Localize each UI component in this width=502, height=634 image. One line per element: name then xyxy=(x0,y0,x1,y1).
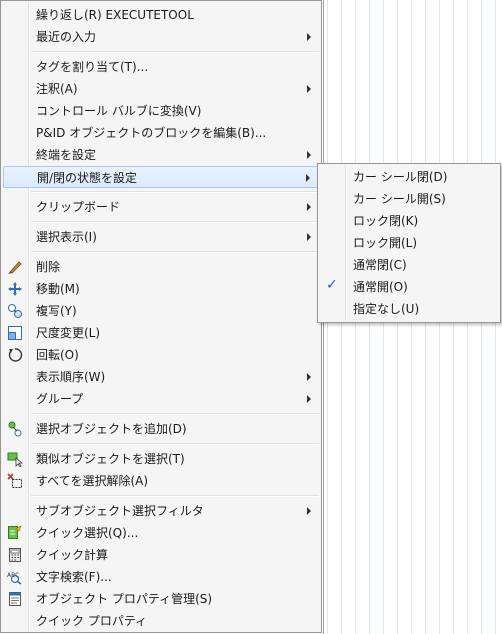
submenu-item-label: 指定なし(U) xyxy=(353,302,420,316)
checkmark-icon: ✓ xyxy=(326,277,338,293)
submenu-item-locked-open[interactable]: ロック開(L) xyxy=(320,232,498,254)
submenu-arrow-icon xyxy=(307,151,311,159)
menu-item-label: コントロール バルブに変換(V) xyxy=(36,104,202,118)
menu-item-label: オブジェクト プロパティ管理(S) xyxy=(36,592,213,606)
menu-separator xyxy=(31,191,319,193)
context-menu: 繰り返し(R) EXECUTETOOL 最近の入力 タグを割り当て(T)... … xyxy=(0,0,322,633)
menu-item-label: 複写(Y) xyxy=(36,304,77,318)
quick-select-icon xyxy=(7,525,23,541)
menu-item-label: 回転(O) xyxy=(36,348,79,362)
menu-item-quick-calc[interactable]: クイック計算 xyxy=(3,544,319,566)
submenu-item-car-seal-open[interactable]: カー シール開(S) xyxy=(320,188,498,210)
open-close-state-submenu: カー シール閉(D) カー シール開(S) ロック閉(K) ロック開(L) 通常… xyxy=(317,163,501,323)
menu-item-deselect-all[interactable]: すべてを選択解除(A) xyxy=(3,470,319,492)
menu-item-set-open-close-state[interactable]: 開/閉の状態を設定 xyxy=(3,166,319,188)
select-similar-icon xyxy=(7,451,24,468)
menu-item-label: クイック プロパティ xyxy=(36,614,148,628)
menu-item-add-selected[interactable]: 選択オブジェクトを追加(D) xyxy=(3,418,319,440)
menu-item-label: 注釈(A) xyxy=(36,82,78,96)
menu-item-label: 文字検索(F)... xyxy=(36,570,112,584)
menu-item-rotate[interactable]: 回転(O) xyxy=(3,344,319,366)
menu-item-label: 繰り返し(R) EXECUTETOOL xyxy=(36,8,194,22)
rotate-icon xyxy=(7,347,23,363)
submenu-arrow-icon xyxy=(307,507,311,515)
menu-item-label: サブオブジェクト選択フィルタ xyxy=(36,504,204,518)
menu-item-label: P&ID オブジェクトのブロックを編集(B)... xyxy=(36,126,267,140)
submenu-item-label: ロック閉(K) xyxy=(353,214,419,228)
add-selected-icon xyxy=(7,421,23,437)
menu-item-label: すべてを選択解除(A) xyxy=(36,474,149,488)
menu-item-edit-pid-block[interactable]: P&ID オブジェクトのブロックを編集(B)... xyxy=(3,122,319,144)
properties-icon xyxy=(7,591,23,607)
menu-item-label: クリップボード xyxy=(36,200,121,214)
submenu-arrow-icon xyxy=(307,395,311,403)
submenu-arrow-icon xyxy=(307,233,311,241)
menu-item-subobject-filter[interactable]: サブオブジェクト選択フィルタ xyxy=(3,500,319,522)
menu-item-label: クイック計算 xyxy=(36,548,109,562)
submenu-arrow-icon xyxy=(307,33,311,41)
menu-item-erase[interactable]: 削除 xyxy=(3,256,319,278)
menu-separator xyxy=(31,251,319,253)
menu-item-draw-order[interactable]: 表示順序(W) xyxy=(3,366,319,388)
menu-separator xyxy=(31,51,319,53)
deselect-icon xyxy=(7,473,23,489)
submenu-item-normally-open[interactable]: ✓ 通常開(O) xyxy=(320,276,498,298)
menu-item-convert-control-valve[interactable]: コントロール バルブに変換(V) xyxy=(3,100,319,122)
submenu-arrow-icon xyxy=(307,85,311,93)
menu-item-assign-tag[interactable]: タグを割り当て(T)... xyxy=(3,56,319,78)
menu-item-repeat[interactable]: 繰り返し(R) EXECUTETOOL xyxy=(3,4,319,26)
copy-circles-icon xyxy=(7,303,23,319)
submenu-arrow-icon xyxy=(306,174,310,182)
submenu-item-normally-closed[interactable]: 通常閉(C) xyxy=(320,254,498,276)
submenu-arrow-icon xyxy=(307,373,311,381)
menu-separator xyxy=(31,443,319,445)
menu-item-label: 尺度変更(L) xyxy=(36,326,101,340)
move-arrows-icon xyxy=(7,281,23,297)
menu-item-find-text[interactable]: ABC 文字検索(F)... xyxy=(3,566,319,588)
calculator-icon xyxy=(7,547,23,563)
menu-item-select-similar[interactable]: 類似オブジェクトを選択(T) xyxy=(3,448,319,470)
menu-item-clipboard[interactable]: クリップボード xyxy=(3,196,319,218)
menu-item-label: 最近の入力 xyxy=(36,30,97,44)
menu-item-label: 選択オブジェクトを追加(D) xyxy=(36,422,187,436)
find-text-icon: ABC xyxy=(7,569,23,585)
submenu-item-label: 通常開(O) xyxy=(353,280,408,294)
menu-item-label: 開/閉の状態を設定 xyxy=(37,171,138,185)
menu-item-label: 類似オブジェクトを選択(T) xyxy=(36,452,185,466)
eraser-icon xyxy=(7,259,23,275)
menu-item-group[interactable]: グループ xyxy=(3,388,319,410)
scale-icon xyxy=(7,325,23,341)
menu-separator xyxy=(31,221,319,223)
menu-item-label: クイック選択(Q)... xyxy=(36,526,139,540)
menu-item-label: 終端を設定 xyxy=(36,148,97,162)
submenu-item-label: カー シール開(S) xyxy=(353,192,446,206)
menu-separator xyxy=(31,495,319,497)
submenu-item-label: カー シール閉(D) xyxy=(353,170,448,184)
menu-item-recent-input[interactable]: 最近の入力 xyxy=(3,26,319,48)
menu-item-scale[interactable]: 尺度変更(L) xyxy=(3,322,319,344)
menu-item-move[interactable]: 移動(M) xyxy=(3,278,319,300)
menu-item-isolate[interactable]: 選択表示(I) xyxy=(3,226,319,248)
submenu-arrow-icon xyxy=(307,203,311,211)
menu-item-label: 選択表示(I) xyxy=(36,230,97,244)
menu-item-copy[interactable]: 複写(Y) xyxy=(3,300,319,322)
menu-item-quick-select[interactable]: クイック選択(Q)... xyxy=(3,522,319,544)
menu-separator xyxy=(31,413,319,415)
submenu-item-car-seal-closed[interactable]: カー シール閉(D) xyxy=(320,166,498,188)
menu-item-label: 表示順序(W) xyxy=(36,370,106,384)
submenu-item-locked-closed[interactable]: ロック閉(K) xyxy=(320,210,498,232)
submenu-item-unspecified[interactable]: 指定なし(U) xyxy=(320,298,498,320)
menu-item-properties[interactable]: オブジェクト プロパティ管理(S) xyxy=(3,588,319,610)
menu-item-label: タグを割り当て(T)... xyxy=(36,60,149,74)
menu-item-label: 移動(M) xyxy=(36,282,80,296)
menu-item-annotation[interactable]: 注釈(A) xyxy=(3,78,319,100)
menu-item-quick-properties[interactable]: クイック プロパティ xyxy=(3,610,319,632)
menu-item-label: グループ xyxy=(36,392,84,406)
menu-item-set-endpoint[interactable]: 終端を設定 xyxy=(3,144,319,166)
submenu-item-label: ロック開(L) xyxy=(353,236,418,250)
menu-item-label: 削除 xyxy=(36,260,61,274)
submenu-item-label: 通常閉(C) xyxy=(353,258,407,272)
